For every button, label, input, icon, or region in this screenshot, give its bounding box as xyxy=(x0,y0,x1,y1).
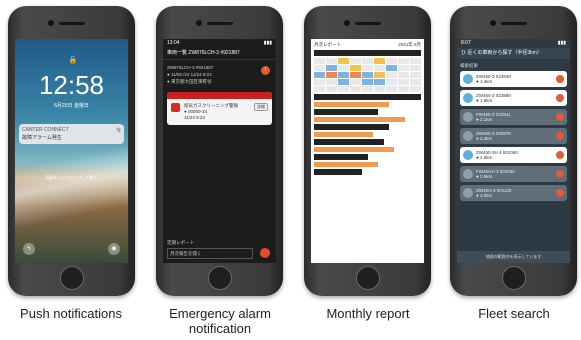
alarm-card[interactable]: 排気ガスクリーニング警報 ● 00000-24 11/24 9:23 詳細 xyxy=(167,92,272,125)
list-item[interactable]: ZW450-3 023940 ● 1.4km xyxy=(460,71,567,87)
fleet-footer: 地図の範囲内を表示しています xyxy=(457,251,570,263)
truck-icon xyxy=(463,150,473,160)
list-item[interactable]: FW450-3 022941 ● 2.1km xyxy=(460,109,567,125)
status-bar: 8:07 ▮▮▮ xyxy=(461,40,566,46)
camera-icon[interactable]: ◉ xyxy=(108,243,120,255)
flashlight-icon[interactable]: ϟ xyxy=(23,243,35,255)
phone-speaker xyxy=(500,22,527,25)
truck-icon xyxy=(463,188,473,198)
truck-icon xyxy=(463,93,473,103)
action-icon[interactable] xyxy=(556,113,564,121)
list-item[interactable]: ZW450-3 020978 ● 2.3km xyxy=(460,128,567,144)
action-icon[interactable] xyxy=(556,151,564,159)
alarm-navbar[interactable]: 車両一覧 ZW876LCH-3 #921887 xyxy=(163,48,276,60)
stop-button[interactable] xyxy=(260,248,270,258)
list-item[interactable]: ZW450-3H 4 001060 ● 2.5km xyxy=(460,147,567,163)
fleet-screen: 8:07 ▮▮▮ ひ 近くの車両から探す（半径3km） 検索結果 ZW450-3 … xyxy=(457,39,570,263)
phone-camera xyxy=(196,20,202,26)
report-grid xyxy=(314,58,421,92)
truck-icon xyxy=(463,74,473,84)
truck-icon xyxy=(463,169,473,179)
list-item[interactable]: ZW4SH 3 001120 ● 3.0km xyxy=(460,185,567,201)
notif-text: 故障アラーム発生 xyxy=(22,135,62,141)
action-icon[interactable] xyxy=(556,94,564,102)
alarm-time: 11/24 9:23 xyxy=(184,115,205,120)
caption-fleet: Fleet search xyxy=(478,306,550,321)
alarm-icon xyxy=(171,103,180,112)
action-icon[interactable] xyxy=(556,170,564,178)
unlock-hint: 画面を上にスワイプして開く xyxy=(45,175,98,180)
wallpaper-waves xyxy=(15,144,128,230)
report-section-bar xyxy=(314,109,379,115)
push-notification[interactable]: CANTER CONNECT 今 故障アラーム発生 xyxy=(19,124,124,144)
phone-report: 月次レポート 2021年 6月 xyxy=(304,6,431,296)
fleet-navbar[interactable]: ひ 近くの車両から探す（半径3km） xyxy=(457,48,570,60)
alert-badge-icon[interactable]: ! xyxy=(261,66,270,75)
truck-icon xyxy=(463,112,473,122)
notif-time: 今 xyxy=(115,128,121,134)
status-bar: 13:04 ▮▮▮ xyxy=(167,40,272,46)
action-icon[interactable] xyxy=(556,75,564,83)
alarm-detail-button[interactable]: 詳細 xyxy=(254,103,268,111)
list-item[interactable]: ZW450-3 023980 ● 1.6km xyxy=(460,90,567,106)
home-button[interactable] xyxy=(501,266,526,290)
report-header: 月次レポート 2021年 6月 xyxy=(314,42,421,47)
report-field[interactable]: 月次報告を開く xyxy=(167,248,253,259)
phone-speaker xyxy=(206,22,233,25)
section-label: 検索結果 xyxy=(460,63,478,68)
vehicle-info: ZW876LCH-3 #921887 ● 11/08 /24 11/24 9:2… xyxy=(163,60,276,89)
phone-alarm: 13:04 ▮▮▮ 車両一覧 ZW876LCH-3 #921887 ZW876LC… xyxy=(156,6,283,296)
caption-report: Monthly report xyxy=(326,306,410,321)
report-section-bar xyxy=(314,169,363,175)
phone-camera xyxy=(344,20,350,26)
lock-clock: 12:58 xyxy=(38,70,105,100)
phone-fleet: 8:07 ▮▮▮ ひ 近くの車両から探す（半径3km） 検索結果 ZW450-3 … xyxy=(450,6,577,296)
caption-alarm: Emergency alarm notification xyxy=(169,306,271,336)
phone-push: 🔓 12:58 6月25日 金曜日 CANTER CONNECT 今 故障アラー… xyxy=(8,6,135,296)
report-section-bar xyxy=(314,124,389,130)
alarm-card-header xyxy=(167,92,272,99)
phone-camera xyxy=(48,20,54,26)
list-item[interactable]: FW45GH 3 001030 ● 2.8km xyxy=(460,166,567,182)
phone-camera xyxy=(490,20,496,26)
lock-date: 6月25日 金曜日 xyxy=(54,103,89,109)
report-section-bar xyxy=(314,154,368,160)
lock-icon: 🔓 xyxy=(68,57,78,64)
alarm-footer: 定期レポート 月次報告を開く xyxy=(167,240,272,259)
alarm-screen: 13:04 ▮▮▮ 車両一覧 ZW876LCH-3 #921887 ZW876LC… xyxy=(163,39,276,263)
home-button[interactable] xyxy=(207,266,232,290)
home-button[interactable] xyxy=(355,266,380,290)
report-bar xyxy=(314,147,395,152)
caption-push: Push notifications xyxy=(20,306,122,321)
phone-speaker xyxy=(58,22,85,25)
home-button[interactable] xyxy=(59,266,84,290)
report-bar xyxy=(314,132,373,137)
action-icon[interactable] xyxy=(556,132,564,140)
report-section-bar xyxy=(314,139,384,145)
report-bar xyxy=(314,102,389,107)
report-bar xyxy=(314,117,405,122)
lock-screen: 🔓 12:58 6月25日 金曜日 CANTER CONNECT 今 故障アラー… xyxy=(15,39,128,263)
phone-speaker xyxy=(354,22,381,25)
notif-app-name: CANTER CONNECT xyxy=(22,127,69,133)
truck-icon xyxy=(463,131,473,141)
report-screen[interactable]: 月次レポート 2021年 6月 xyxy=(311,39,424,263)
fleet-list: 検索結果 ZW450-3 023940 ● 1.4km ZW450-3 02398… xyxy=(457,60,570,207)
report-section-bar xyxy=(314,50,421,56)
report-section-bar xyxy=(314,94,421,100)
action-icon[interactable] xyxy=(556,189,564,197)
report-bar xyxy=(314,162,379,167)
